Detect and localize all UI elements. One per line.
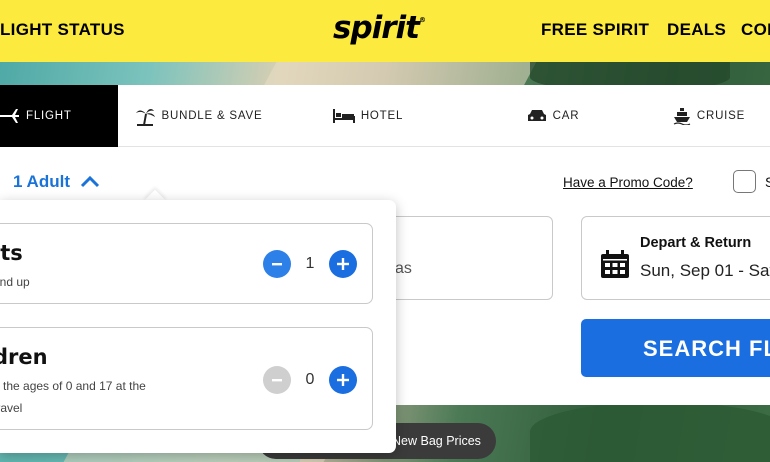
spirit-logo[interactable]: spirit® <box>333 10 426 46</box>
bed-icon <box>332 109 355 123</box>
children-subtitle-2: travel <box>0 401 23 415</box>
passenger-count: 1 Adult <box>13 172 70 191</box>
tab-flight[interactable]: FLIGHT <box>0 85 118 147</box>
plus-icon <box>337 374 349 386</box>
passenger-selector[interactable]: 1 Adult <box>13 172 100 192</box>
top-nav: LIGHT STATUS spirit® FREE SPIRIT DEALS C… <box>0 0 770 62</box>
ship-icon <box>673 108 691 125</box>
date-label: Depart & Return <box>640 235 752 251</box>
tab-car[interactable]: CAR <box>458 85 648 147</box>
adults-stepper: 1 <box>263 250 357 278</box>
adults-row: lts and up 1 <box>0 223 373 304</box>
plane-icon <box>0 109 19 123</box>
adults-count: 1 <box>305 255 315 272</box>
minus-icon <box>272 263 282 266</box>
product-tabs: FLIGHT BUNDLE & SAVE HOTEL CAR CRUISE <box>0 85 770 147</box>
palm-tree-icon <box>135 109 155 126</box>
car-icon <box>527 110 546 121</box>
tab-label: HOTEL <box>360 110 404 122</box>
nav-free-spirit[interactable]: FREE SPIRIT <box>541 20 649 40</box>
nav-deals[interactable]: DEALS <box>667 20 726 40</box>
children-stepper: 0 <box>263 366 357 394</box>
date-value: Sun, Sep 01 - Sat <box>640 261 770 280</box>
checkbox-label: S <box>765 174 770 190</box>
calendar-icon <box>601 250 629 278</box>
promo-code-link[interactable]: Have a Promo Code? <box>563 175 693 190</box>
checkbox[interactable] <box>733 170 756 193</box>
children-title: dren <box>0 345 48 369</box>
banner-label: New Bag Prices <box>392 434 481 448</box>
tab-label: CRUISE <box>696 110 746 122</box>
plus-icon <box>337 258 349 270</box>
tab-label: FLIGHT <box>26 110 72 122</box>
passenger-dropdown: lts and up 1 dren n the ages of 0 and 17… <box>0 200 396 453</box>
destination-value: as <box>395 260 412 277</box>
adults-decrement-button[interactable] <box>263 250 291 278</box>
search-flights-button[interactable]: SEARCH FLI <box>581 319 770 377</box>
minus-icon <box>272 379 282 382</box>
children-count: 0 <box>305 371 315 388</box>
tab-cruise[interactable]: CRUISE <box>648 85 770 147</box>
adults-subtitle: and up <box>0 275 30 289</box>
tab-hotel[interactable]: HOTEL <box>278 85 458 147</box>
nav-flight-status[interactable]: LIGHT STATUS <box>0 20 125 40</box>
tab-label: CAR <box>552 110 580 122</box>
children-row: dren n the ages of 0 and 17 at the trave… <box>0 327 373 430</box>
destination-field[interactable]: as <box>380 216 553 300</box>
tab-bundle-save[interactable]: BUNDLE & SAVE <box>118 85 278 147</box>
tab-label: BUNDLE & SAVE <box>161 110 263 122</box>
adults-title: lts <box>0 241 23 265</box>
children-subtitle-1: n the ages of 0 and 17 at the <box>0 379 146 393</box>
children-increment-button[interactable] <box>329 366 357 394</box>
adults-increment-button[interactable] <box>329 250 357 278</box>
date-field[interactable]: Depart & Return Sun, Sep 01 - Sat <box>581 216 770 300</box>
chevron-up-icon <box>80 176 100 188</box>
children-decrement-button[interactable] <box>263 366 291 394</box>
nav-more[interactable]: COI <box>741 20 770 40</box>
